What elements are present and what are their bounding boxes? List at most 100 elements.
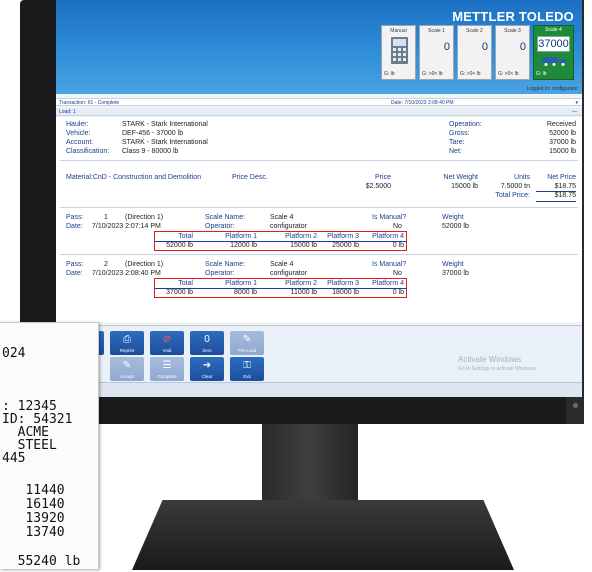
- is-manual-label: Is Manual?: [372, 261, 407, 268]
- monitor-stand-base: [132, 500, 514, 570]
- scale-tile-manual[interactable]: Manual G: lb: [381, 25, 416, 80]
- weight-label: Weight: [442, 214, 464, 221]
- printed-receipt: 024 : 12345 ID: 54321 ACME STEEL 445 114…: [0, 322, 99, 569]
- receipt-line: 13920: [2, 511, 65, 526]
- clear-button[interactable]: ➜ Clear: [190, 357, 224, 381]
- scale-name-value: Scale 4: [270, 261, 294, 268]
- calculator-icon: [391, 37, 408, 64]
- account-value: STARK - Stark International: [122, 139, 208, 146]
- platform-value-3: 18000 lb: [332, 289, 359, 296]
- scale-status: G: lb: [384, 71, 395, 77]
- tare-label: Tare:: [449, 139, 465, 146]
- scale-status: G: >0< lb: [460, 71, 481, 77]
- lock-icon: ⚿: [243, 360, 251, 371]
- transaction-detail-panel: Hauler: STARK - Stark International Vehi…: [56, 117, 582, 322]
- receipt-line: 024: [2, 346, 26, 361]
- app-header: METTLER TOLEDO Manual G: lb Scale 1 0 G:…: [56, 0, 582, 94]
- action-toolbar: ⚲ ⎙ Reprint ⊘ Void 0 Zero ✎ Pre-Load ✎ A: [56, 325, 582, 382]
- scale-tile-3[interactable]: Scale 3 0 G: >0< lb: [495, 25, 530, 80]
- scale-name: Manual: [390, 28, 407, 34]
- price-desc-label: Price Desc.: [232, 174, 268, 181]
- scale-tile-2[interactable]: Scale 2 0 G: >0< lb: [457, 25, 492, 80]
- scale-reading: 0: [519, 41, 526, 53]
- chevron-down-icon[interactable]: ▾: [575, 100, 578, 106]
- collapse-icon[interactable]: —: [572, 109, 577, 115]
- scale-tile-1[interactable]: Scale 1 0 G: >0< lb: [419, 25, 454, 80]
- platform-header-3: Platform 3: [327, 233, 359, 240]
- is-manual-label: Is Manual?: [372, 214, 407, 221]
- load-label: Load: 1: [59, 109, 76, 115]
- activate-windows-subtitle: Go to Settings to activate Windows.: [458, 366, 537, 372]
- complete-icon: ☰: [162, 360, 172, 371]
- is-manual-value: No: [393, 270, 402, 277]
- platform-header-total: Total: [178, 233, 193, 240]
- units-value: 7.5000 tn: [500, 183, 530, 190]
- section-divider: [60, 160, 578, 161]
- net-weight-header: Net Weight: [443, 174, 479, 181]
- platform-value-3: 25000 lb: [332, 242, 359, 249]
- exit-button[interactable]: ⚿ Exit: [230, 357, 264, 381]
- weight-label: Weight: [442, 261, 464, 268]
- load-bar[interactable]: Load: 1 —: [56, 108, 582, 116]
- platform-header-4: Platform 4: [372, 280, 404, 287]
- platform-value-1: 8000 lb: [234, 289, 257, 296]
- scale-name: Scale 1: [428, 28, 445, 34]
- activate-windows-title: Activate Windows: [458, 355, 522, 364]
- scale-reading: 0: [481, 41, 488, 53]
- platform-header-total: Total: [178, 280, 193, 287]
- pass-direction: (Direction 1): [125, 261, 164, 268]
- scale-name-value: Scale 4: [270, 214, 294, 221]
- net-weight-value: 15000 lb: [451, 183, 478, 190]
- gross-label: Gross:: [449, 130, 470, 137]
- receipt-line: 16140: [2, 497, 65, 512]
- scale-name: Scale 4: [545, 27, 562, 33]
- logged-in-user: Logged In: configurator: [526, 86, 578, 92]
- scale-name: Scale 2: [466, 28, 483, 34]
- receipt-total-line: 55240 lb: [2, 554, 81, 569]
- clear-icon: ➜: [202, 360, 212, 371]
- transaction-date: Date: 7/10/2023 2:08:40 PM: [391, 100, 454, 106]
- status-bar: [56, 382, 582, 397]
- complete-button[interactable]: ☰ Complete: [150, 357, 184, 381]
- gross-value: 52000 lb: [549, 130, 576, 137]
- account-label: Account:: [66, 139, 94, 146]
- hauler-value: STARK - Stark International: [122, 121, 208, 128]
- platform-value-2: 15000 lb: [290, 242, 317, 249]
- date-label: Date:: [66, 270, 83, 277]
- net-value: 15000 lb: [549, 148, 576, 155]
- price-header: Price: [375, 174, 391, 181]
- scale-name: Scale 3: [504, 28, 521, 34]
- section-divider: [60, 254, 578, 255]
- power-led: [573, 403, 578, 408]
- platform-value-total: 52000 lb: [166, 242, 193, 249]
- classification-label: Classification:: [66, 148, 110, 155]
- platform-header-3: Platform 3: [327, 280, 359, 287]
- void-button[interactable]: ⊘ Void: [150, 331, 184, 355]
- total-price-label: Total Price:: [495, 192, 530, 199]
- scale-status: G: >0< lb: [422, 71, 443, 77]
- pass-direction: (Direction 1): [125, 214, 164, 221]
- operation-label: Operation:: [449, 121, 482, 128]
- pass-number: 1: [104, 214, 108, 221]
- net-label: Net:: [449, 148, 462, 155]
- scale-status: G: lb: [536, 71, 547, 77]
- platform-value-1: 12000 lb: [230, 242, 257, 249]
- vehicle-label: Vehicle:: [66, 130, 91, 137]
- operator-label: Operator:: [205, 270, 235, 277]
- operator-label: Operator:: [205, 223, 235, 230]
- total-price-underline: [536, 201, 576, 202]
- reprint-button[interactable]: ⎙ Reprint: [110, 331, 144, 355]
- platform-value-total: 37000 lb: [166, 289, 193, 296]
- preload-button[interactable]: ✎ Pre-Load: [230, 331, 264, 355]
- zero-button[interactable]: 0 Zero: [190, 331, 224, 355]
- platform-value-4: 0 lb: [392, 289, 404, 296]
- scale-tile-4-active[interactable]: Scale 4 37000 G: lb: [533, 25, 574, 80]
- accept-button[interactable]: ✎ Accept: [110, 357, 144, 381]
- scale-reading: 37000: [537, 36, 570, 52]
- operator-value: configurator: [270, 223, 307, 230]
- preload-icon: ✎: [242, 334, 252, 345]
- platform-header-1: Platform 1: [225, 233, 257, 240]
- platform-value-4: 0 lb: [392, 242, 404, 249]
- net-price-value: $18.75: [554, 183, 576, 190]
- platform-header-4: Platform 4: [372, 233, 404, 240]
